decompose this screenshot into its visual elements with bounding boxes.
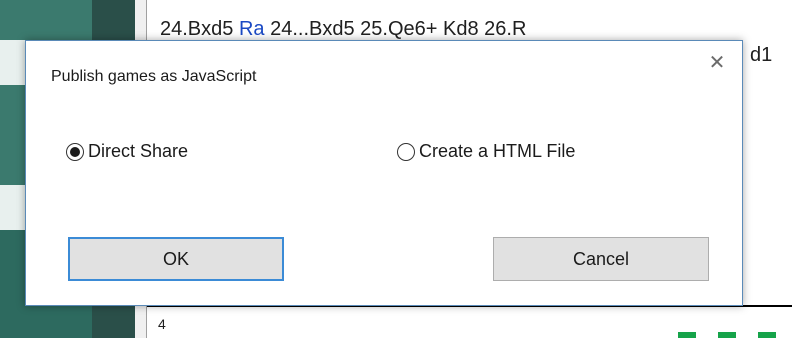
status-indicator [758, 332, 776, 338]
ok-button[interactable]: OK [68, 237, 284, 281]
radio-button-selected[interactable] [66, 142, 84, 161]
notation-move[interactable]: 24...Bxd5 25.Qe6+ Kd8 26.R [270, 18, 526, 40]
radio-direct-share[interactable]: Direct Share [66, 141, 188, 162]
dialog-title: Publish games as JavaScript [51, 68, 257, 85]
status-indicator [718, 332, 736, 338]
status-indicator [678, 332, 696, 338]
radio-label: Direct Share [88, 141, 189, 161]
radio-button[interactable] [397, 142, 415, 161]
bottom-pane-text: 4 [158, 316, 166, 332]
notation-move[interactable]: 24.Bxd5 [160, 18, 233, 40]
cancel-button[interactable]: Cancel [493, 237, 709, 281]
publish-dialog: Publish games as JavaScript ✕ Direct Sha… [25, 40, 743, 306]
close-icon[interactable]: ✕ [702, 49, 732, 75]
radio-create-html-file[interactable]: Create a HTML File [397, 141, 575, 162]
radio-label: Create a HTML File [419, 141, 576, 161]
notation-tail: d1 [750, 44, 773, 66]
notation-move-highlight[interactable]: Ra [239, 18, 265, 40]
